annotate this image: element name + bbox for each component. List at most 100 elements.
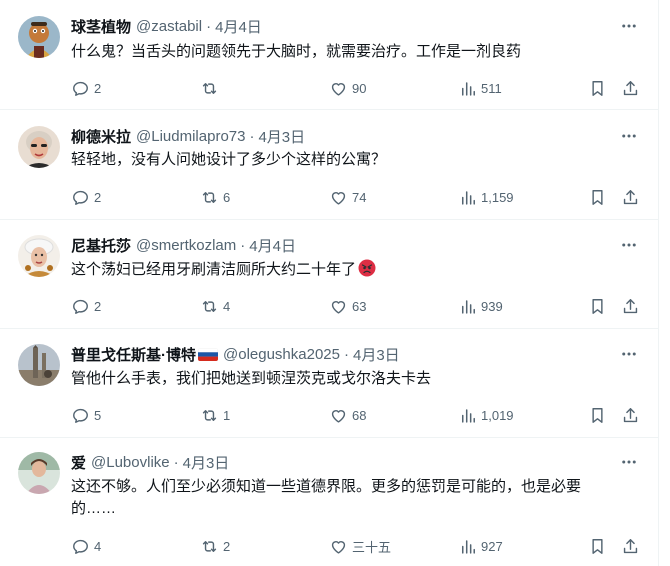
more-icon[interactable]	[619, 235, 639, 255]
tweet[interactable]: 尼基托莎 @smertkozlam · 4月4日 这个荡妇已经用牙刷清洁厕所大约…	[0, 220, 658, 329]
tweet-text-line: 管他什么手表，我们把她送到顿涅茨克或戈尔洛夫卡去	[71, 370, 432, 387]
like-button[interactable]: 68	[329, 405, 366, 425]
retweet-icon	[202, 540, 217, 552]
display-name[interactable]: 尼基托莎	[71, 235, 131, 256]
tweet-text-line: 什么鬼？当舌头的问题领先于大脑时，就需要治疗。工作是一剂良药	[71, 43, 522, 60]
more-icon[interactable]	[619, 16, 639, 36]
like-button[interactable]: 63	[329, 296, 366, 316]
views-button[interactable]: 1,019	[458, 405, 514, 425]
share-button[interactable]	[621, 536, 640, 556]
avatar[interactable]	[18, 126, 60, 168]
like-button[interactable]: 三十五	[329, 536, 391, 556]
like-button[interactable]: 74	[329, 187, 366, 207]
retweet-icon	[202, 82, 217, 94]
timestamp[interactable]: 4月4日	[215, 16, 262, 37]
bookmark-button[interactable]	[588, 78, 607, 98]
retweet-button[interactable]: 4	[200, 296, 230, 316]
views-chart-icon	[461, 81, 475, 96]
retweet-button[interactable]: 2	[200, 536, 230, 556]
tweet-header: 普里戈任斯基·博特 @olegushka2025 · 4月3日	[71, 344, 400, 364]
retweet-icon	[202, 409, 217, 421]
like-button[interactable]: 90	[329, 78, 366, 98]
retweet-button[interactable]: 6	[200, 187, 230, 207]
tweet-text: 什么鬼？当舌头的问题领先于大脑时，就需要治疗。工作是一剂良药	[71, 41, 639, 63]
tweet-text-line: 轻轻地，没有人问她设计了多少个这样的公寓？	[71, 151, 387, 168]
reply-icon	[73, 539, 88, 554]
display-name[interactable]: 爱	[71, 452, 86, 473]
like-count: 90	[352, 80, 367, 96]
views-chart-icon	[461, 190, 475, 205]
timestamp[interactable]: 4月3日	[183, 452, 230, 473]
share-icon	[623, 298, 638, 313]
retweet-button[interactable]	[200, 78, 223, 98]
bookmark-icon	[592, 80, 603, 96]
share-button[interactable]	[621, 405, 640, 425]
more-icon[interactable]	[619, 126, 639, 146]
bookmark-button[interactable]	[588, 187, 607, 207]
display-name[interactable]: 普里戈任斯基·博特	[71, 344, 196, 365]
user-handle[interactable]: @olegushka2025	[223, 346, 340, 363]
views-chart-icon	[461, 539, 475, 554]
view-count: 1,159	[481, 189, 514, 205]
view-count: 511	[481, 80, 502, 96]
tweet-header: 球茎植物 @zastabil · 4月4日	[71, 16, 262, 36]
heart-icon	[331, 300, 346, 314]
share-button[interactable]	[621, 187, 640, 207]
share-button[interactable]	[621, 296, 640, 316]
reply-icon	[73, 81, 88, 96]
reply-feed: 球茎植物 @zastabil · 4月4日 什么鬼？当舌头的问题领先于大脑时，就…	[0, 0, 659, 566]
user-handle[interactable]: @smertkozlam	[136, 237, 236, 254]
separator-dot: ·	[249, 127, 255, 145]
bookmark-button[interactable]	[588, 536, 607, 556]
user-handle[interactable]: @Liudmilapro73	[136, 128, 245, 145]
tweet-text-line: 的……	[71, 500, 117, 517]
reply-button[interactable]: 2	[71, 78, 101, 98]
share-icon	[623, 407, 638, 422]
avatar[interactable]	[18, 16, 60, 58]
avatar[interactable]	[18, 344, 60, 386]
tweet-text: 管他什么手表，我们把她送到顿涅茨克或戈尔洛夫卡去	[71, 368, 639, 390]
reply-button[interactable]: 4	[71, 536, 101, 556]
display-name[interactable]: 球茎植物	[71, 16, 131, 37]
tweet-text-line: 这个荡妇已经用牙刷清洁厕所大约二十年了	[71, 259, 639, 281]
reply-count: 2	[94, 298, 102, 314]
action-bar: 4 2 三十五 927	[71, 536, 641, 556]
views-button[interactable]: 511	[458, 78, 502, 98]
retweet-icon	[202, 191, 217, 203]
tweet[interactable]: 球茎植物 @zastabil · 4月4日 什么鬼？当舌头的问题领先于大脑时，就…	[0, 0, 658, 110]
like-count: 74	[352, 189, 367, 205]
timestamp[interactable]: 4月3日	[258, 126, 305, 147]
timestamp[interactable]: 4月3日	[353, 344, 400, 365]
reply-icon	[73, 190, 88, 205]
timestamp[interactable]: 4月4日	[249, 235, 296, 256]
tweet[interactable]: 爱 @Lubovlike · 4月3日 这还不够。人们至少必须知道一些道德界限。…	[0, 438, 658, 566]
retweet-count: 4	[223, 298, 231, 314]
like-count: 63	[352, 298, 367, 314]
reply-button[interactable]: 2	[71, 296, 101, 316]
reply-button[interactable]: 2	[71, 187, 101, 207]
bookmark-icon	[592, 407, 603, 423]
share-button[interactable]	[621, 78, 640, 98]
views-button[interactable]: 1,159	[458, 187, 514, 207]
tweet-text: 这个荡妇已经用牙刷清洁厕所大约二十年了	[71, 259, 639, 281]
heart-icon	[331, 191, 346, 205]
more-icon[interactable]	[619, 452, 639, 472]
user-handle[interactable]: @zastabil	[136, 18, 202, 35]
display-name[interactable]: 柳德米拉	[71, 126, 131, 147]
retweet-button[interactable]: 1	[200, 405, 230, 425]
more-icon[interactable]	[619, 344, 639, 364]
bookmark-button[interactable]	[588, 296, 607, 316]
tweet[interactable]: 柳德米拉 @Liudmilapro73 · 4月3日 轻轻地，没有人问她设计了多…	[0, 110, 658, 220]
user-handle[interactable]: @Lubovlike	[91, 454, 170, 471]
views-button[interactable]: 927	[458, 536, 503, 556]
views-button[interactable]: 939	[458, 296, 503, 316]
tweet-text: 轻轻地，没有人问她设计了多少个这样的公寓？	[71, 149, 639, 171]
bookmark-button[interactable]	[588, 405, 607, 425]
retweet-icon	[202, 300, 217, 312]
avatar[interactable]	[18, 235, 60, 277]
view-count: 939	[481, 298, 503, 314]
tweet-header: 尼基托莎 @smertkozlam · 4月4日	[71, 235, 296, 255]
tweet[interactable]: 普里戈任斯基·博特 @olegushka2025 · 4月3日 管他什么手表，我…	[0, 329, 658, 438]
avatar[interactable]	[18, 452, 60, 494]
reply-button[interactable]: 5	[71, 405, 101, 425]
